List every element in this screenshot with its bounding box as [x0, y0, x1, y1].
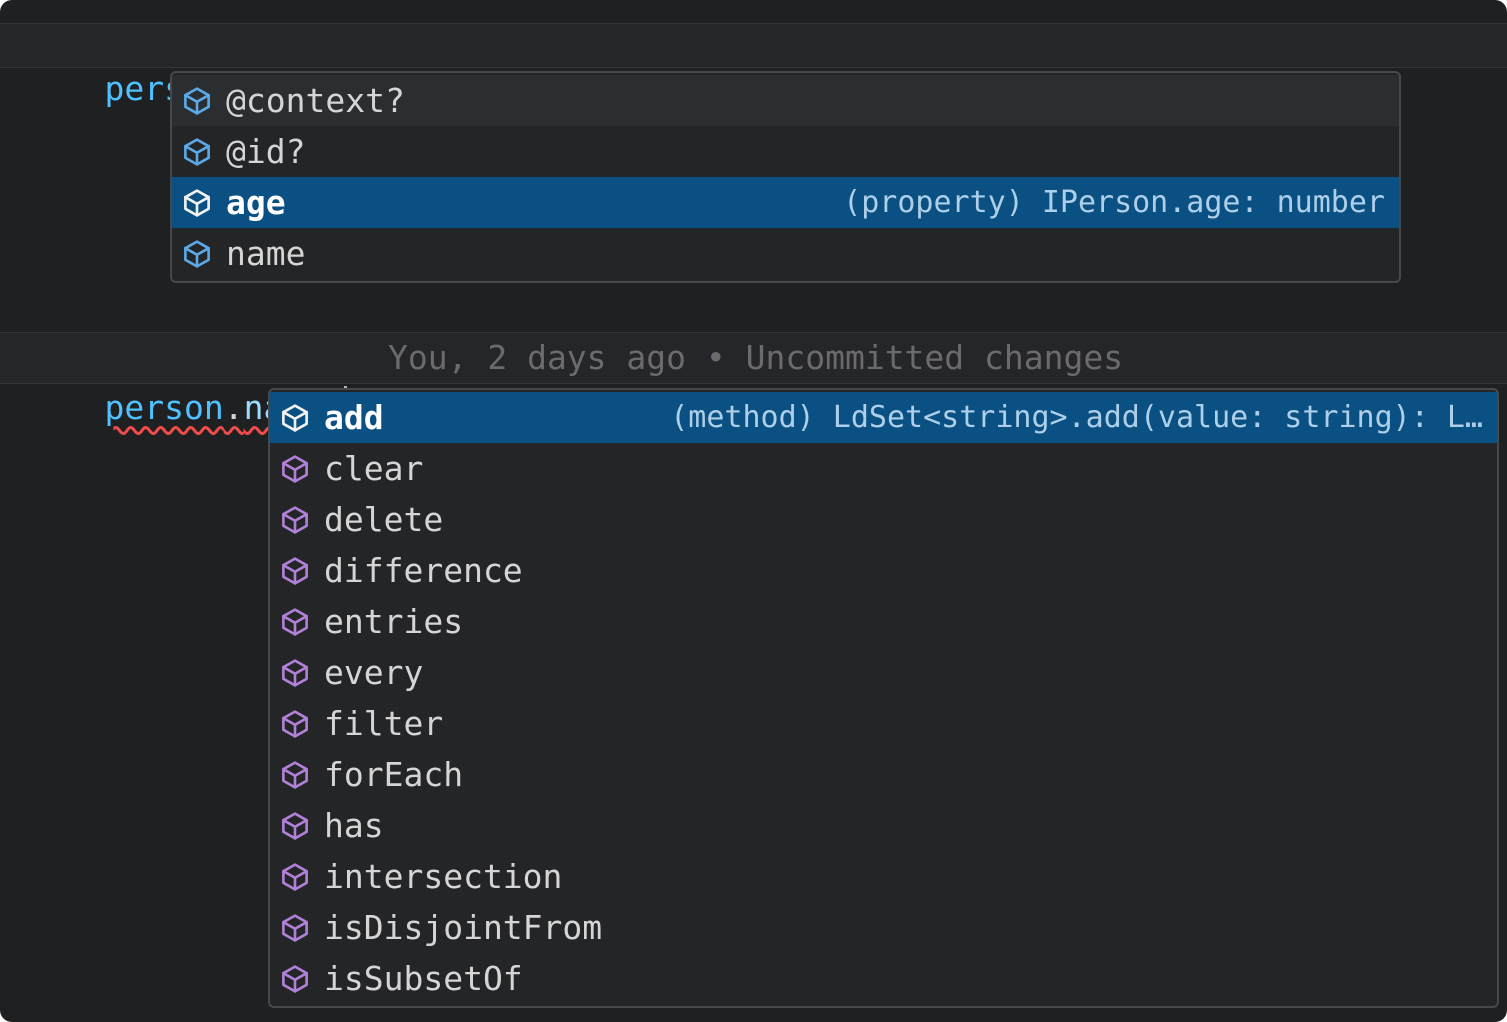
- suggestion-label: @context?: [226, 75, 405, 126]
- suggestion-detail: (method) LdSet<string>.add(value: string…: [670, 400, 1483, 435]
- symbol-method-icon: [280, 811, 310, 841]
- suggestion-item[interactable]: delete: [270, 494, 1497, 545]
- suggestion-item[interactable]: has: [270, 800, 1497, 851]
- symbol-method-icon: [280, 607, 310, 637]
- suggestion-label: forEach: [324, 749, 463, 800]
- suggestion-label: add: [324, 392, 384, 443]
- suggestion-item[interactable]: intersection: [270, 851, 1497, 902]
- suggestion-item[interactable]: @id?: [172, 126, 1399, 177]
- git-blame-annotation: You, 2 days ago • Uncommitted changes: [388, 333, 1123, 383]
- suggestion-item[interactable]: filter: [270, 698, 1497, 749]
- suggestion-item[interactable]: isDisjointFrom: [270, 902, 1497, 953]
- suggestion-label: entries: [324, 596, 463, 647]
- suggest-widget-methods: add (method) LdSet<string>.add(value: st…: [268, 388, 1499, 1008]
- code-line-1[interactable]: person.;: [0, 23, 1507, 68]
- symbol-method-icon: [280, 658, 310, 688]
- symbol-field-icon: [182, 137, 212, 167]
- symbol-method-icon: [280, 505, 310, 535]
- code-token-dot: .: [224, 388, 244, 427]
- suggestion-item[interactable]: isSubsetOf: [270, 953, 1497, 1004]
- symbol-field-icon: [182, 239, 212, 269]
- code-line-2[interactable]: person.name. You, 2 days ago • Uncommitt…: [0, 332, 1507, 384]
- symbol-method-icon: [280, 709, 310, 739]
- suggestion-label: isDisjointFrom: [324, 902, 602, 953]
- suggestion-label: name: [226, 228, 305, 279]
- symbol-method-icon: [280, 403, 310, 433]
- suggestion-detail: (property) IPerson.age: number: [843, 185, 1385, 220]
- suggestion-label: filter: [324, 698, 443, 749]
- suggestion-label: difference: [324, 545, 523, 596]
- suggestion-label: age: [226, 177, 286, 228]
- symbol-method-icon: [280, 913, 310, 943]
- suggestion-label: delete: [324, 494, 443, 545]
- code-editor: person.; @context?: [0, 0, 1507, 1022]
- symbol-method-icon: [280, 862, 310, 892]
- symbol-method-icon: [280, 964, 310, 994]
- symbol-method-icon: [280, 454, 310, 484]
- suggest-widget-properties: @context? @id? age: [170, 71, 1401, 283]
- code-token-variable: person: [104, 388, 223, 427]
- suggestion-label: clear: [324, 443, 423, 494]
- symbol-field-icon: [182, 86, 212, 116]
- suggestion-label: isSubsetOf: [324, 953, 523, 1004]
- suggestion-item[interactable]: add (method) LdSet<string>.add(value: st…: [270, 392, 1497, 443]
- suggestion-item[interactable]: entries: [270, 596, 1497, 647]
- symbol-method-icon: [280, 760, 310, 790]
- suggestion-item[interactable]: age (property) IPerson.age: number: [172, 177, 1399, 228]
- suggestion-item[interactable]: clear: [270, 443, 1497, 494]
- suggestion-item[interactable]: every: [270, 647, 1497, 698]
- suggestion-label: has: [324, 800, 384, 851]
- suggestion-label: @id?: [226, 126, 305, 177]
- suggestion-item[interactable]: name: [172, 228, 1399, 279]
- suggestion-item[interactable]: difference: [270, 545, 1497, 596]
- suggestion-item[interactable]: forEach: [270, 749, 1497, 800]
- suggestion-label: every: [324, 647, 423, 698]
- symbol-method-icon: [280, 556, 310, 586]
- suggestion-label: intersection: [324, 851, 562, 902]
- suggestion-item[interactable]: @context?: [172, 75, 1399, 126]
- symbol-field-icon: [182, 188, 212, 218]
